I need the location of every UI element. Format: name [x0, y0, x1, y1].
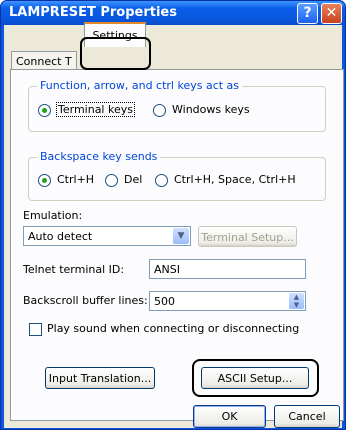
del-radio[interactable]: [105, 174, 118, 187]
help-button[interactable]: ?: [297, 3, 318, 24]
input-translation-button[interactable]: Input Translation...: [45, 367, 155, 389]
ctrl-h-space-label: Ctrl+H, Space, Ctrl+H: [174, 173, 296, 186]
help-icon: ?: [303, 5, 312, 21]
telnet-id-input[interactable]: ANSI: [149, 259, 306, 279]
chevron-down-icon[interactable]: ▼: [173, 228, 189, 244]
tab-connect-to[interactable]: Connect T: [11, 51, 77, 71]
terminal-keys-option[interactable]: Terminal keys: [38, 102, 168, 120]
play-sound-checkbox[interactable]: [29, 323, 42, 336]
backspace-group: Backspace key sends Ctrl+H Del Ctrl+H, S…: [28, 150, 326, 201]
ctrl-h-space-radio[interactable]: [155, 174, 168, 187]
backspace-group-legend: Backspace key sends: [37, 150, 161, 163]
terminal-setup-button[interactable]: Terminal Setup...: [198, 226, 297, 247]
backscroll-input[interactable]: 500 ▲ ▼: [149, 291, 306, 311]
properties-window: LAMPRESET Properties ? ✕ Connect T Funct…: [0, 0, 346, 430]
window-title: LAMPRESET Properties: [9, 5, 177, 20]
del-option[interactable]: Del: [105, 172, 155, 190]
cancel-button[interactable]: Cancel: [274, 405, 340, 428]
settings-tab-panel: Function, arrow, and ctrl keys act as Te…: [10, 69, 344, 421]
emulation-label: Emulation:: [23, 209, 83, 222]
keys-group-legend: Function, arrow, and ctrl keys act as: [37, 79, 243, 92]
telnet-id-label: Telnet terminal ID:: [23, 263, 125, 276]
windows-keys-option[interactable]: Windows keys: [153, 102, 293, 120]
keys-group: Function, arrow, and ctrl keys act as Te…: [28, 79, 326, 132]
terminal-keys-label: Terminal keys: [56, 102, 135, 117]
ok-button[interactable]: OK: [193, 405, 266, 428]
emulation-select[interactable]: Auto detect ▼: [23, 226, 191, 246]
ctrl-h-radio[interactable]: [38, 174, 51, 187]
play-sound-label: Play sound when connecting or disconnect…: [47, 322, 300, 335]
close-icon: ✕: [325, 5, 338, 21]
del-label: Del: [124, 173, 143, 186]
spinner-icon[interactable]: ▲ ▼: [289, 293, 304, 309]
close-button[interactable]: ✕: [321, 3, 342, 24]
terminal-keys-radio[interactable]: [38, 104, 51, 117]
ctrl-h-space-option[interactable]: Ctrl+H, Space, Ctrl+H: [155, 172, 323, 190]
ascii-setup-button[interactable]: ASCII Setup...: [201, 367, 309, 389]
windows-keys-label: Windows keys: [172, 103, 250, 116]
play-sound-option[interactable]: Play sound when connecting or disconnect…: [29, 321, 319, 339]
ctrl-h-option[interactable]: Ctrl+H: [38, 172, 108, 190]
ctrl-h-label: Ctrl+H: [57, 173, 95, 186]
settings-tab-highlight: [80, 37, 151, 70]
dialog-client-area: Connect T Function, arrow, and ctrl keys…: [4, 25, 344, 428]
emulation-value: Auto detect: [28, 230, 93, 243]
windows-keys-radio[interactable]: [153, 104, 166, 117]
backscroll-value: 500: [154, 295, 175, 308]
backscroll-label: Backscroll buffer lines:: [23, 294, 148, 307]
title-bar[interactable]: LAMPRESET Properties ? ✕: [1, 1, 345, 25]
